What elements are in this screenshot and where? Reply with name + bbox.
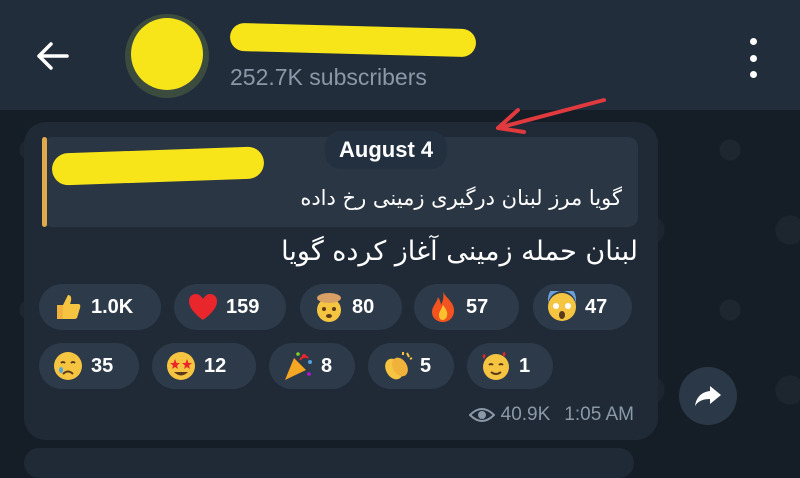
next-message-bubble[interactable] (24, 448, 634, 478)
channel-header: 252.7K subscribers (0, 0, 800, 110)
reaction-exploding-head[interactable]: 80 (300, 284, 402, 330)
back-button[interactable] (34, 38, 70, 74)
date-badge: August 4 (325, 131, 448, 169)
party-popper-icon (281, 349, 315, 383)
view-count: 40.9K (500, 404, 551, 425)
smiling-hearts-icon (479, 349, 513, 383)
reaction-thumbs-up[interactable]: 1.0K (39, 284, 161, 330)
reaction-scream[interactable]: 47 (533, 284, 632, 330)
reaction-heart[interactable]: 159 (174, 284, 286, 330)
thumbs-up-icon (51, 290, 85, 324)
arrow-left-icon (37, 42, 69, 70)
exploding-head-icon (312, 290, 346, 324)
channel-avatar[interactable] (125, 14, 209, 98)
reaction-star-struck[interactable]: 12 (152, 343, 256, 389)
message-text: لبنان حمله زمینی آغاز کرده گویا (281, 236, 638, 267)
reaction-party-popper[interactable]: 8 (269, 343, 355, 389)
reply-text: گویا مرز لبنان درگیری زمینی رخ داده (300, 186, 622, 210)
avatar-redaction (131, 18, 203, 90)
reaction-crying-face[interactable]: 35 (39, 343, 139, 389)
heart-icon (186, 290, 220, 324)
forward-button[interactable] (679, 367, 737, 425)
more-menu-button[interactable] (740, 38, 766, 78)
annotation-arrow-icon (496, 98, 606, 134)
message-time: 1:05 AM (564, 404, 634, 425)
views-eye-icon (468, 408, 495, 422)
message-meta: 40.9K 1:05 AM (468, 404, 634, 426)
reply-accent-bar (42, 137, 47, 227)
fire-icon (426, 290, 460, 324)
more-dots-icon (749, 38, 757, 45)
subscriber-count: 252.7K subscribers (230, 64, 427, 90)
reaction-fire[interactable]: 57 (414, 284, 519, 330)
forward-arrow-icon (695, 386, 721, 406)
scream-icon (545, 290, 579, 324)
reaction-smiling-hearts[interactable]: 1 (467, 343, 553, 389)
clapping-hands-icon (380, 349, 414, 383)
channel-title-redaction[interactable] (229, 22, 477, 58)
crying-face-icon (51, 349, 85, 383)
reaction-clapping-hands[interactable]: 5 (368, 343, 454, 389)
star-struck-icon (164, 349, 198, 383)
